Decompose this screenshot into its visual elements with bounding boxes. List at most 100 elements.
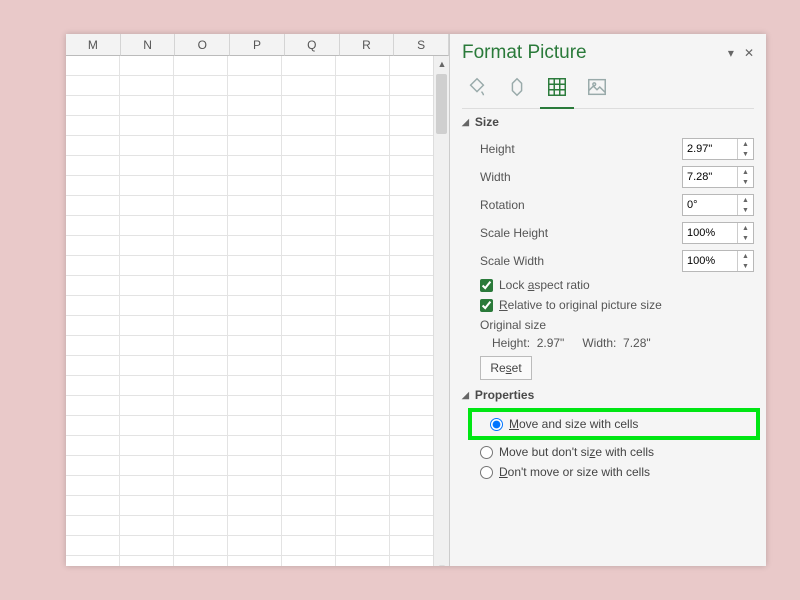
column-header[interactable]: M [66, 34, 121, 56]
cell[interactable] [228, 96, 282, 116]
cell[interactable] [228, 316, 282, 336]
cell[interactable] [336, 356, 390, 376]
cell[interactable] [66, 536, 120, 556]
cell[interactable] [228, 76, 282, 96]
cell[interactable] [174, 516, 228, 536]
cell[interactable] [120, 276, 174, 296]
properties-section-header[interactable]: ◢ Properties [462, 388, 754, 402]
cell[interactable] [66, 496, 120, 516]
cell[interactable] [282, 396, 336, 416]
cell[interactable] [66, 376, 120, 396]
cell[interactable] [174, 56, 228, 76]
cell[interactable] [174, 456, 228, 476]
cell[interactable] [336, 496, 390, 516]
cell[interactable] [120, 96, 174, 116]
cell[interactable] [174, 556, 228, 566]
cell[interactable] [390, 216, 433, 236]
cell[interactable] [66, 196, 120, 216]
cell[interactable] [336, 156, 390, 176]
cell[interactable] [228, 536, 282, 556]
picture-tab-icon[interactable] [584, 74, 610, 100]
cell[interactable] [336, 416, 390, 436]
cell[interactable] [390, 456, 433, 476]
spin-up-icon[interactable]: ▲ [738, 251, 753, 261]
cell[interactable] [390, 476, 433, 496]
rotation-value[interactable] [683, 195, 737, 215]
cell[interactable] [336, 196, 390, 216]
cell[interactable] [282, 376, 336, 396]
cell[interactable] [336, 456, 390, 476]
spin-down-icon[interactable]: ▼ [738, 149, 753, 159]
cell[interactable] [336, 336, 390, 356]
spin-up-icon[interactable]: ▲ [738, 195, 753, 205]
dont-move-label[interactable]: Don't move or size with cells [499, 465, 650, 479]
cell[interactable] [120, 436, 174, 456]
move-size-cells-label[interactable]: Move and size with cells [509, 417, 638, 431]
cell[interactable] [174, 236, 228, 256]
cell[interactable] [174, 476, 228, 496]
cell[interactable] [120, 396, 174, 416]
cell[interactable] [174, 136, 228, 156]
lock-aspect-label[interactable]: Lock aspect ratio [499, 278, 590, 292]
cell[interactable] [390, 316, 433, 336]
cell[interactable] [282, 216, 336, 236]
cell[interactable] [66, 216, 120, 236]
cell[interactable] [66, 136, 120, 156]
cell[interactable] [120, 76, 174, 96]
cell[interactable] [174, 176, 228, 196]
cell[interactable] [282, 76, 336, 96]
rotation-input[interactable]: ▲▼ [682, 194, 754, 216]
cell[interactable] [282, 136, 336, 156]
cell[interactable] [120, 56, 174, 76]
vertical-scrollbar[interactable]: ▲ ▼ [433, 56, 449, 566]
column-header[interactable]: R [340, 34, 395, 56]
rel-original-checkbox[interactable] [480, 299, 493, 312]
cell[interactable] [282, 236, 336, 256]
spin-down-icon[interactable]: ▼ [738, 261, 753, 271]
cell[interactable] [174, 116, 228, 136]
size-section-header[interactable]: ◢ Size [462, 115, 754, 129]
cell[interactable] [390, 296, 433, 316]
cell[interactable] [282, 276, 336, 296]
cell[interactable] [120, 196, 174, 216]
cell[interactable] [228, 276, 282, 296]
cell[interactable] [228, 476, 282, 496]
cell[interactable] [174, 156, 228, 176]
move-no-size-radio[interactable] [480, 446, 493, 459]
cell[interactable] [120, 476, 174, 496]
cell[interactable] [390, 116, 433, 136]
cell[interactable] [66, 556, 120, 566]
height-input[interactable]: ▲▼ [682, 138, 754, 160]
spin-down-icon[interactable]: ▼ [738, 233, 753, 243]
cell[interactable] [228, 56, 282, 76]
spin-up-icon[interactable]: ▲ [738, 139, 753, 149]
cell[interactable] [120, 416, 174, 436]
spin-down-icon[interactable]: ▼ [738, 177, 753, 187]
cell[interactable] [390, 336, 433, 356]
cell[interactable] [174, 216, 228, 236]
cell[interactable] [66, 296, 120, 316]
cell[interactable] [282, 116, 336, 136]
spin-down-icon[interactable]: ▼ [738, 205, 753, 215]
cell[interactable] [282, 436, 336, 456]
cell[interactable] [336, 516, 390, 536]
cell[interactable] [336, 276, 390, 296]
reset-button[interactable]: Reset [480, 356, 532, 380]
cell[interactable] [228, 456, 282, 476]
cell[interactable] [336, 236, 390, 256]
cell[interactable] [120, 136, 174, 156]
cell[interactable] [228, 416, 282, 436]
cell[interactable] [282, 356, 336, 376]
cell[interactable] [282, 476, 336, 496]
dont-move-radio[interactable] [480, 466, 493, 479]
cell[interactable] [336, 556, 390, 566]
cell[interactable] [120, 316, 174, 336]
rel-original-label[interactable]: Relative to original picture size [499, 298, 662, 312]
column-header[interactable]: O [175, 34, 230, 56]
move-no-size-label[interactable]: Move but don't size with cells [499, 445, 654, 459]
cell[interactable] [390, 176, 433, 196]
cell[interactable] [390, 416, 433, 436]
cell[interactable] [336, 376, 390, 396]
cell[interactable] [66, 116, 120, 136]
cell[interactable] [66, 56, 120, 76]
